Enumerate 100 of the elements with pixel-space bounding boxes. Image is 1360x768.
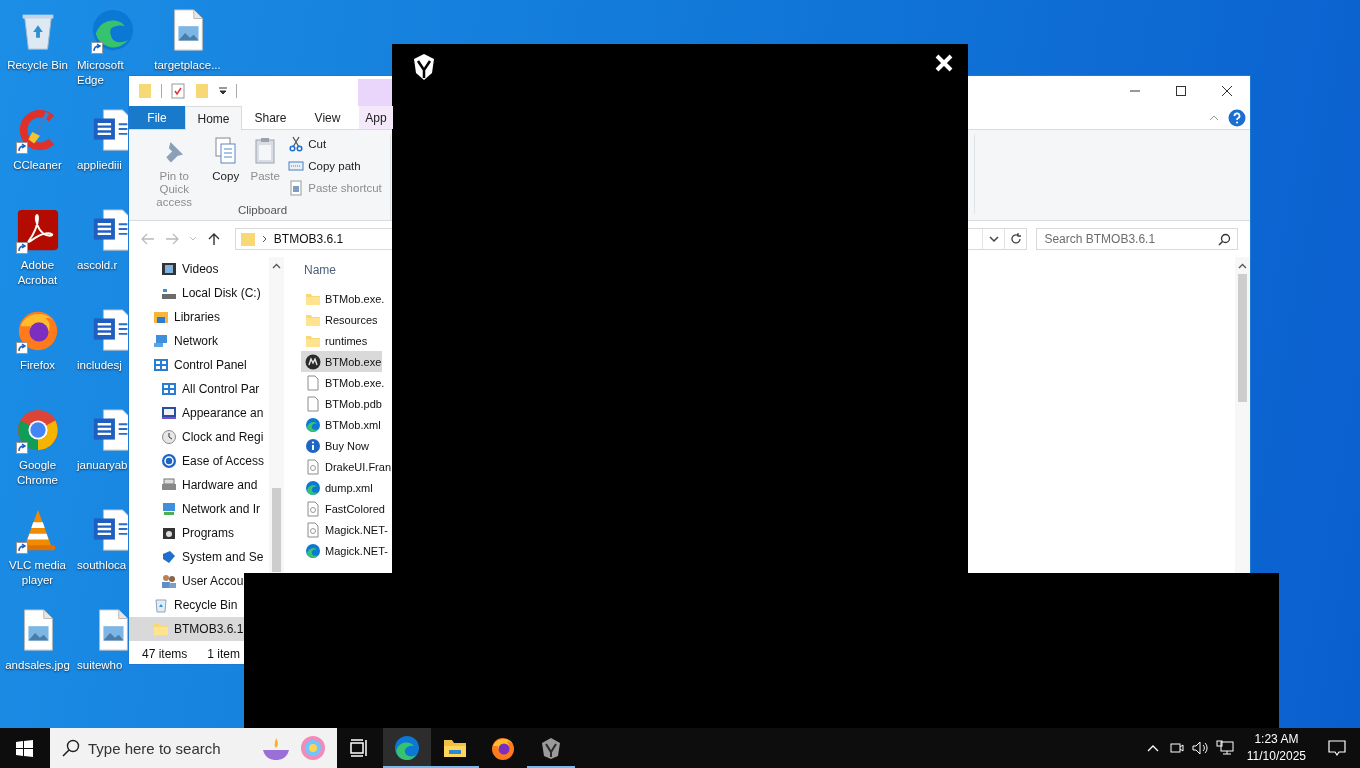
file-row[interactable]: BTMob.xml	[301, 414, 382, 435]
file-name: Magick.NET-	[325, 544, 388, 557]
desktop-icon-label[interactable]: Google Chrome	[1, 458, 74, 488]
ribbon-button[interactable]: Cut	[288, 134, 382, 153]
up-icon[interactable]	[207, 232, 221, 246]
desktop-icon-label[interactable]: VLC media player	[1, 558, 74, 588]
file-row[interactable]: Resources	[301, 309, 379, 330]
desktop-icon-label[interactable]: Recycle Bin	[7, 58, 68, 73]
desktop-icon-label[interactable]: Adobe Acrobat	[1, 258, 74, 288]
notifications-icon[interactable]	[1328, 739, 1346, 757]
nav-tree-item[interactable]: Local Disk (C:)	[129, 281, 264, 305]
camera-icon[interactable]	[1168, 740, 1185, 756]
file-name: FastColored	[325, 502, 385, 515]
taskbar-app-button[interactable]	[383, 728, 431, 768]
scrollbar[interactable]	[269, 257, 284, 573]
nav-tree-item[interactable]: Recycle Bin	[129, 593, 241, 617]
help-icon[interactable]	[1228, 108, 1246, 127]
ribbon-tab[interactable]: App	[359, 106, 393, 129]
nav-tree-item[interactable]: Ease of Access	[129, 449, 268, 473]
file-row[interactable]: dump.xml	[301, 477, 374, 498]
ribbon-button[interactable]: Copy path	[288, 156, 382, 175]
browser-icon[interactable]	[394, 735, 420, 761]
scrollbar-thumb[interactable]	[1238, 274, 1247, 402]
clock[interactable]: 1:23 AM 11/10/2025	[1236, 731, 1314, 765]
desktop-icon-label[interactable]: targetplace...	[154, 58, 221, 73]
file-name: Buy Now	[325, 439, 370, 452]
desktop-icon-label[interactable]: appliediii	[77, 158, 122, 173]
nav-tree-item[interactable]: Hardware and	[129, 473, 261, 497]
scroll-up-icon[interactable]	[1238, 262, 1247, 269]
file-row[interactable]: Magick.NET-	[301, 519, 389, 540]
file-icon	[305, 374, 321, 391]
speaker-icon[interactable]	[1191, 740, 1210, 756]
nav-tree-item[interactable]: System and Se	[129, 545, 267, 569]
file-menu-tab[interactable]: File	[129, 106, 185, 129]
close-icon[interactable]	[1221, 85, 1233, 97]
customize-dropdown-icon[interactable]	[218, 86, 228, 96]
desktop-icon-label[interactable]: ascold.r	[77, 258, 118, 273]
start-icon[interactable]	[15, 739, 33, 757]
properties-icon[interactable]	[170, 83, 186, 99]
desktop-icon-label[interactable]: januaryab	[77, 458, 128, 473]
nav-item-label: Appearance an	[182, 406, 264, 420]
maximize-icon[interactable]	[1175, 85, 1187, 97]
logo-icon	[412, 53, 436, 81]
info-icon	[305, 437, 321, 454]
file-row[interactable]: Buy Now	[301, 435, 371, 456]
nav-tree-item[interactable]: Programs	[129, 521, 237, 545]
browser-icon[interactable]	[490, 735, 516, 761]
file-row[interactable]: BTMob.pdb	[301, 393, 383, 414]
refresh-icon[interactable]	[1008, 232, 1023, 246]
desktop-icon-label[interactable]: andsales.jpg	[5, 658, 70, 673]
nav-tree-item[interactable]: Clock and Regi	[129, 425, 267, 449]
desktop-icon-label[interactable]: Firefox	[19, 358, 56, 373]
search-field[interactable]: Search BTMOB3.6.1	[1036, 228, 1238, 250]
search-icon[interactable]	[1218, 232, 1231, 246]
scroll-up-icon[interactable]	[272, 262, 281, 269]
breadcrumb-chevron-icon	[261, 235, 268, 243]
file-row[interactable]: Magick.NET-	[301, 540, 389, 561]
desktop-icon-label[interactable]: southloca	[77, 558, 127, 573]
file-row[interactable]: BTMob.exe	[301, 351, 383, 372]
folder-icon	[239, 231, 256, 247]
nav-tree-item[interactable]: Control Panel	[129, 353, 250, 377]
nav-tree-item[interactable]: Appearance an	[129, 401, 267, 425]
nav-tree-item[interactable]: All Control Par	[129, 377, 263, 401]
file-row[interactable]: runtimes	[301, 330, 369, 351]
task-view-icon[interactable]	[350, 739, 370, 757]
nav-tree-item[interactable]: Network	[129, 329, 221, 353]
nav-item-label: Network and Ir	[182, 502, 261, 516]
clock-date: 11/10/2025	[1246, 748, 1306, 765]
file-row[interactable]: DrakeUI.Fran	[301, 456, 393, 477]
file-row[interactable]: FastColored	[301, 498, 386, 519]
file-row[interactable]: BTMob.exe.	[301, 288, 386, 309]
desktop-icon-label[interactable]: includesj	[77, 358, 122, 373]
file-name: BTMob.exe.	[325, 376, 385, 389]
file-row[interactable]: BTMob.exe.	[301, 372, 386, 393]
scrollbar-thumb[interactable]	[272, 488, 281, 572]
desktop-icon-label[interactable]: CCleaner	[13, 158, 62, 173]
column-header[interactable]: Name	[301, 257, 339, 283]
taskbar-search-field[interactable]: Type here to search	[50, 728, 337, 768]
nav-item-label: Control Panel	[174, 358, 247, 372]
control-panel-icon	[153, 357, 169, 373]
desktop-icon-label[interactable]: suitewho	[77, 658, 123, 673]
network-icon[interactable]	[1215, 740, 1234, 756]
nav-item-label: Clock and Regi	[182, 430, 264, 444]
ribbon-button[interactable]: Copy	[207, 134, 245, 185]
shortcut-icon	[288, 179, 305, 196]
nav-item-label: Libraries	[174, 310, 221, 324]
users-icon	[161, 573, 177, 589]
nav-tree-item[interactable]: User Accou	[129, 569, 247, 593]
show-hidden-icons-icon[interactable]	[1146, 744, 1159, 752]
nav-tree-item[interactable]: Libraries	[129, 305, 224, 329]
nav-tree-item[interactable]: Network and Ir	[129, 497, 264, 521]
dropdown-icon[interactable]	[988, 235, 999, 243]
desktop-icon-label[interactable]: Microsoft Edge	[77, 58, 150, 88]
file-name: Magick.NET-	[325, 523, 388, 536]
nav-tree-item[interactable]: BTMOB3.6.1	[129, 617, 247, 641]
nav-item-label: Programs	[182, 526, 234, 540]
scrollbar[interactable]	[1235, 257, 1250, 573]
file-name: BTMob.pdb	[325, 397, 382, 410]
nav-tree-item[interactable]: Videos	[129, 257, 222, 281]
ribbon-tab[interactable]: Home	[185, 106, 242, 130]
